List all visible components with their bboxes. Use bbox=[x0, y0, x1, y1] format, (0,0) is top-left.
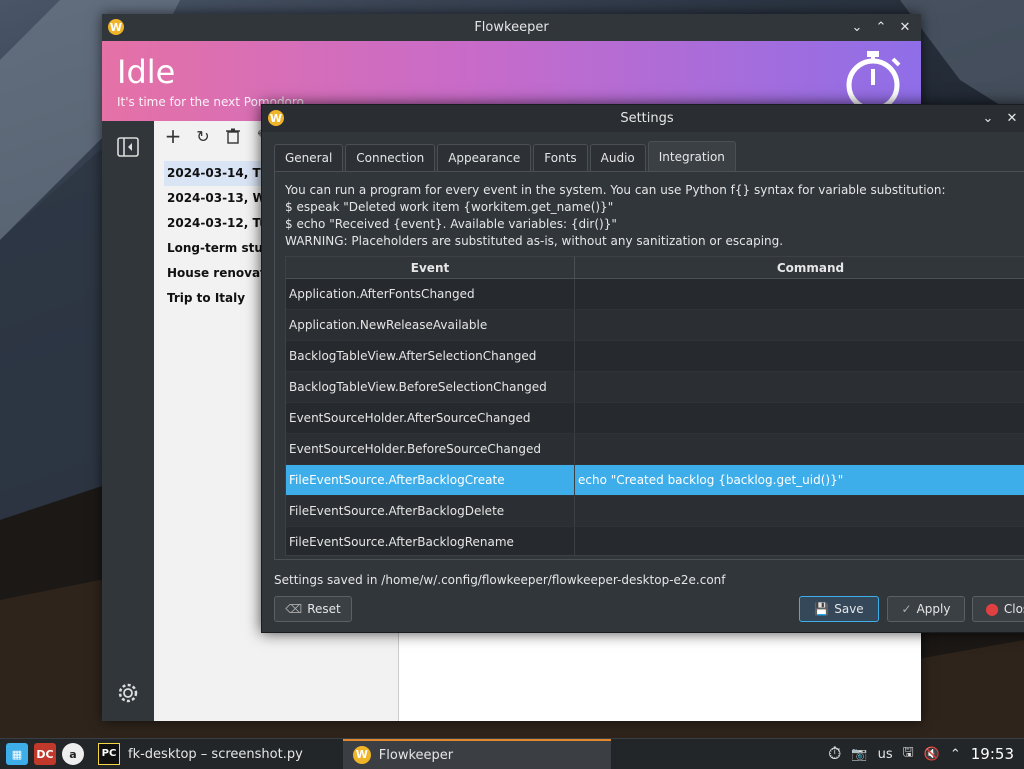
taskbar-task-label: Flowkeeper bbox=[378, 747, 454, 763]
command-cell[interactable] bbox=[575, 496, 1024, 526]
event-cell[interactable]: Application.AfterFontsChanged bbox=[286, 279, 575, 309]
taskbar-task-label: fk-desktop – screenshot.py bbox=[128, 746, 303, 762]
integration-help-text: You can run a program for every event in… bbox=[285, 182, 946, 250]
help-line: $ espeak "Deleted work item {workitem.ge… bbox=[285, 200, 614, 214]
table-header: Event Command bbox=[286, 257, 1024, 279]
settings-dialog: W Settings ⌄ ✕ General Connection Appear… bbox=[261, 104, 1024, 633]
close-circle-icon: ⬤ bbox=[985, 602, 999, 616]
event-command-table: Event Command Application.AfterFontsChan… bbox=[285, 256, 1024, 556]
apply-button-label: Apply bbox=[916, 602, 951, 616]
save-button[interactable]: 💾 Save bbox=[799, 596, 879, 622]
system-tray: ⏱ 📷 us 🖫 🔇 ⌃ 19:53 bbox=[828, 739, 1024, 769]
flowkeeper-logo-icon: W bbox=[108, 19, 124, 35]
minimize-icon[interactable]: ⌄ bbox=[978, 108, 998, 128]
save-button-label: Save bbox=[834, 602, 864, 616]
settings-title: Settings bbox=[620, 111, 674, 126]
table-row[interactable]: EventSourceHolder.BeforeSourceChanged bbox=[286, 434, 1024, 465]
event-cell[interactable]: EventSourceHolder.BeforeSourceChanged bbox=[286, 434, 575, 464]
close-icon[interactable]: ✕ bbox=[1002, 108, 1022, 128]
tab-audio[interactable]: Audio bbox=[589, 144, 646, 171]
help-line: WARNING: Placeholders are substituted as… bbox=[285, 234, 784, 248]
taskbar-task-active[interactable]: W Flowkeeper bbox=[342, 739, 611, 769]
close-button[interactable]: ⬤ Close bbox=[972, 596, 1024, 622]
close-button-label: Close bbox=[1003, 602, 1024, 616]
event-cell[interactable]: Application.NewReleaseAvailable bbox=[286, 310, 575, 340]
event-cell[interactable]: BacklogTableView.AfterSelectionChanged bbox=[286, 341, 575, 371]
network-icon[interactable]: 🖫 bbox=[903, 743, 914, 765]
command-cell[interactable] bbox=[575, 527, 1024, 555]
table-row[interactable]: FileEventSource.AfterBacklogDelete bbox=[286, 496, 1024, 527]
timer-state: Idle bbox=[117, 53, 176, 91]
gear-icon[interactable] bbox=[116, 681, 140, 705]
reset-button[interactable]: ⌫ Reset bbox=[274, 596, 352, 622]
command-cell[interactable] bbox=[575, 341, 1024, 371]
maximize-icon[interactable]: ⌃ bbox=[871, 17, 891, 37]
flowkeeper-logo-icon: W bbox=[352, 746, 371, 764]
add-backlog-from-incomplete-icon[interactable]: ↻ bbox=[192, 125, 214, 147]
settings-status: Settings saved in /home/w/.config/flowke… bbox=[274, 573, 726, 587]
settings-titlebar[interactable]: W Settings ⌄ ✕ bbox=[262, 105, 1024, 132]
main-window-titlebar[interactable]: W Flowkeeper ⌄ ⌃ ✕ bbox=[102, 14, 921, 41]
tab-connection[interactable]: Connection bbox=[345, 144, 436, 171]
chevron-up-icon[interactable]: ⌃ bbox=[950, 747, 961, 762]
command-cell[interactable] bbox=[575, 434, 1024, 464]
table-row[interactable]: BacklogTableView.BeforeSelectionChanged bbox=[286, 372, 1024, 403]
table-row[interactable]: FileEventSource.AfterBacklogRename bbox=[286, 527, 1024, 555]
tab-fonts[interactable]: Fonts bbox=[533, 144, 588, 171]
table-row[interactable]: Application.NewReleaseAvailable bbox=[286, 310, 1024, 341]
pycharm-icon: PC bbox=[98, 743, 120, 765]
save-icon: 💾 bbox=[814, 602, 830, 616]
integration-panel: You can run a program for every event in… bbox=[274, 171, 1024, 560]
table-row[interactable]: EventSourceHolder.AfterSourceChanged bbox=[286, 403, 1024, 434]
event-cell[interactable]: FileEventSource.AfterBacklogDelete bbox=[286, 496, 575, 526]
backspace-icon: ⌫ bbox=[285, 602, 303, 616]
close-icon[interactable]: ✕ bbox=[895, 17, 915, 37]
help-line: You can run a program for every event in… bbox=[285, 183, 946, 197]
dc-app-icon[interactable]: DC bbox=[34, 743, 56, 765]
tab-integration[interactable]: Integration bbox=[647, 141, 736, 171]
settings-tabs: General Connection Appearance Fonts Audi… bbox=[274, 141, 736, 171]
apply-button[interactable]: ✓ Apply bbox=[887, 596, 965, 622]
table-row-selected[interactable]: FileEventSource.AfterBacklogCreate echo … bbox=[286, 465, 1024, 496]
event-cell[interactable]: EventSourceHolder.AfterSourceChanged bbox=[286, 403, 575, 433]
minimize-icon[interactable]: ⌄ bbox=[847, 17, 867, 37]
reset-button-label: Reset bbox=[307, 602, 341, 616]
table-row[interactable]: BacklogTableView.AfterSelectionChanged bbox=[286, 341, 1024, 372]
add-backlog-icon[interactable]: + bbox=[162, 124, 184, 148]
tab-appearance[interactable]: Appearance bbox=[437, 144, 532, 171]
table-row[interactable]: Application.AfterFontsChanged bbox=[286, 279, 1024, 310]
command-cell[interactable] bbox=[575, 372, 1024, 402]
clock[interactable]: 19:53 bbox=[971, 745, 1014, 763]
toggle-sidebar-icon[interactable] bbox=[116, 135, 140, 159]
delete-backlog-icon[interactable] bbox=[222, 125, 244, 147]
screenshot-icon[interactable]: 📷 bbox=[851, 747, 867, 762]
command-cell[interactable] bbox=[575, 403, 1024, 433]
table-body: Application.AfterFontsChanged Applicatio… bbox=[286, 279, 1024, 555]
main-window-title: Flowkeeper bbox=[474, 20, 549, 35]
event-cell[interactable]: BacklogTableView.BeforeSelectionChanged bbox=[286, 372, 575, 402]
checkmark-icon: ✓ bbox=[901, 602, 912, 616]
event-cell[interactable]: FileEventSource.AfterBacklogRename bbox=[286, 527, 575, 555]
flowkeeper-logo-icon: W bbox=[268, 110, 284, 126]
taskbar-task[interactable]: PC fk-desktop – screenshot.py bbox=[88, 739, 313, 769]
stopwatch-icon[interactable]: ⏱ bbox=[828, 744, 841, 764]
column-header-command[interactable]: Command bbox=[575, 257, 1024, 278]
event-cell[interactable]: FileEventSource.AfterBacklogCreate bbox=[286, 465, 575, 495]
command-cell[interactable] bbox=[575, 279, 1024, 309]
column-header-event[interactable]: Event bbox=[286, 257, 575, 278]
command-cell[interactable]: echo "Created backlog {backlog.get_uid()… bbox=[575, 465, 1024, 495]
command-cell[interactable] bbox=[575, 310, 1024, 340]
left-rail bbox=[102, 121, 154, 721]
tab-general[interactable]: General bbox=[274, 144, 344, 171]
app-launcher-icon[interactable]: ▦ bbox=[6, 743, 28, 765]
volume-muted-icon[interactable]: 🔇 bbox=[924, 747, 940, 762]
a-app-icon[interactable]: a bbox=[62, 743, 84, 765]
keyboard-layout[interactable]: us bbox=[878, 747, 893, 762]
taskbar: ▦ DC a PC fk-desktop – screenshot.py W F… bbox=[0, 738, 1024, 769]
help-line: $ echo "Received {event}. Available vari… bbox=[285, 217, 617, 231]
